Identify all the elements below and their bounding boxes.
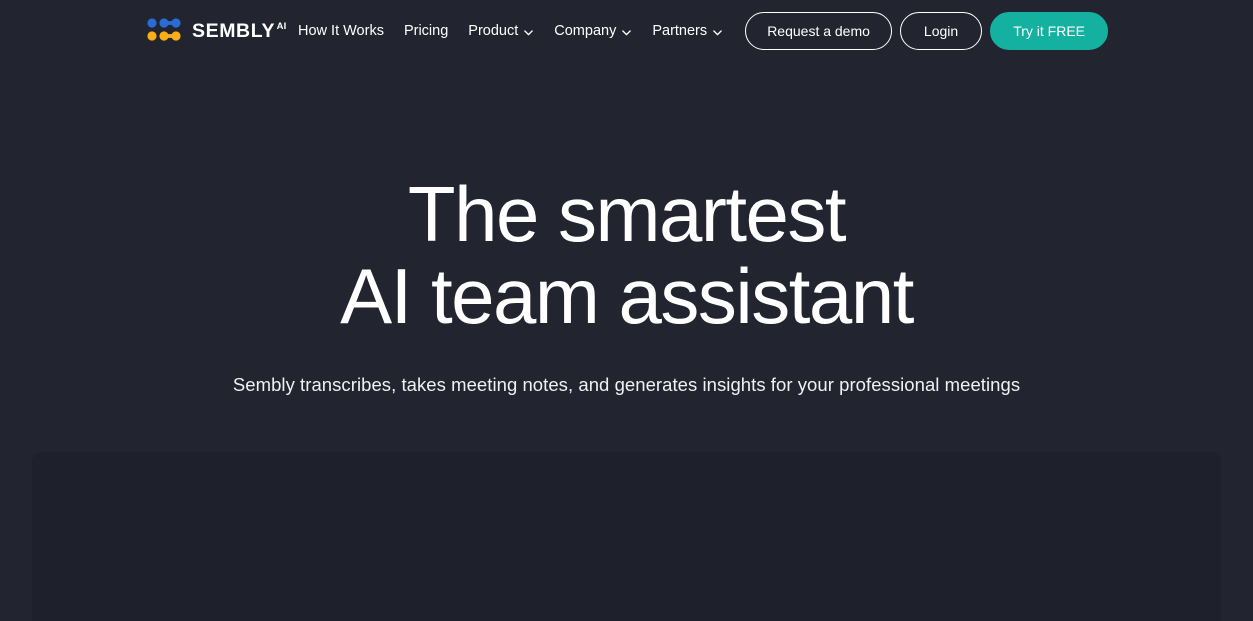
nav-item-partners[interactable]: Partners xyxy=(652,21,723,41)
hero-section: The smartest AI team assistant Sembly tr… xyxy=(0,63,1253,398)
hero-title: The smartest AI team assistant xyxy=(0,173,1253,337)
nav-item-pricing[interactable]: Pricing xyxy=(404,21,448,41)
chevron-down-icon xyxy=(712,27,723,38)
try-it-free-button[interactable]: Try it FREE xyxy=(990,12,1108,50)
nav-item-how-it-works[interactable]: How It Works xyxy=(298,21,384,41)
sembly-dots-logo-icon xyxy=(147,17,183,44)
nav-item-company[interactable]: Company xyxy=(554,21,632,41)
request-demo-button[interactable]: Request a demo xyxy=(745,12,892,50)
main-navigation: How It Works Pricing Product Company Par… xyxy=(298,21,723,41)
nav-item-product[interactable]: Product xyxy=(468,21,534,41)
nav-item-label: Partners xyxy=(652,23,708,39)
chevron-down-icon xyxy=(621,27,632,38)
hero-subtitle: Sembly transcribes, takes meeting notes,… xyxy=(232,374,1021,395)
page-root: SEMBLY AI How It Works Pricing Product C… xyxy=(0,0,1253,621)
hero-media-panel[interactable] xyxy=(32,452,1221,621)
nav-item-label: How It Works xyxy=(298,23,384,39)
header-actions: Request a demo Login Try it FREE xyxy=(745,12,1108,50)
brand-superscript: AI xyxy=(276,20,287,32)
chevron-down-icon xyxy=(523,27,534,38)
site-header: SEMBLY AI How It Works Pricing Product C… xyxy=(0,0,1253,63)
brand-logo-link[interactable]: SEMBLY AI xyxy=(147,17,286,44)
brand-name: SEMBLY xyxy=(192,19,276,42)
hero-title-line-1: The smartest xyxy=(407,170,847,258)
hero-title-line-2: AI team assistant xyxy=(340,252,914,340)
brand-wordmark: SEMBLY AI xyxy=(192,20,286,42)
nav-item-label: Pricing xyxy=(403,23,449,39)
login-button[interactable]: Login xyxy=(899,12,983,50)
nav-item-label: Product xyxy=(468,23,519,39)
nav-item-label: Company xyxy=(554,23,617,39)
